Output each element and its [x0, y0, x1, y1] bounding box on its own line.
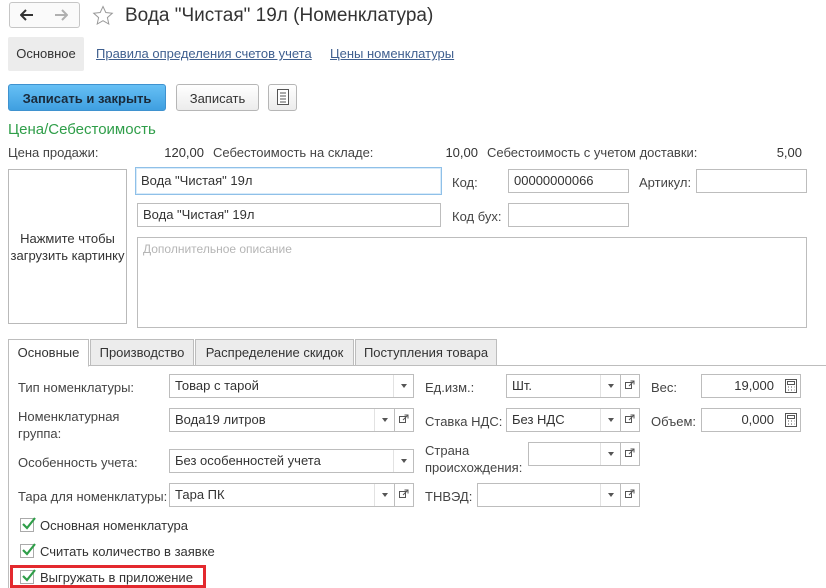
cost-delivery-label: Себестоимость с учетом доставки:: [487, 145, 698, 160]
report-icon: [276, 89, 289, 105]
sale-price-label: Цена продажи:: [8, 145, 99, 160]
open-icon: [625, 489, 635, 498]
code-input[interactable]: 00000000066: [508, 169, 629, 193]
back-button[interactable]: [9, 2, 45, 28]
tnved-select[interactable]: [477, 483, 621, 507]
checkmark-icon: [22, 543, 36, 556]
vat-value: Без НДС: [512, 412, 565, 427]
group-select[interactable]: Вода19 литров: [169, 408, 395, 432]
cost-warehouse-label: Себестоимость на складе:: [213, 145, 374, 160]
page-title: Вода "Чистая" 19л (Номенклатура): [125, 5, 434, 26]
tab-basic[interactable]: Основные: [8, 339, 89, 367]
checkbox-count-in-order[interactable]: [20, 543, 36, 558]
country-label-line1: Страна: [425, 443, 470, 458]
unit-value: Шт.: [512, 378, 533, 393]
report-button[interactable]: [268, 84, 297, 111]
article-input[interactable]: [696, 169, 807, 193]
code-acc-input[interactable]: [508, 203, 629, 227]
code-label: Код:: [452, 175, 478, 190]
code-acc-label: Код бух:: [452, 209, 502, 224]
volume-value: 0,000: [741, 412, 774, 427]
checkbox-label-count-in-order: Считать количество в заявке: [40, 544, 215, 559]
full-name-input[interactable]: Вода "Чистая" 19л: [137, 203, 441, 227]
group-label-line1: Номенклатурная: [18, 409, 120, 424]
forward-button[interactable]: [44, 2, 80, 28]
tab-goods-receipts[interactable]: Поступления товара: [355, 339, 497, 366]
tab-account-rules[interactable]: Правила определения счетов учета: [96, 46, 312, 61]
tare-label: Тара для номенклатуры:: [18, 489, 168, 504]
save-button[interactable]: Записать: [176, 84, 259, 111]
tare-dropdown-icon[interactable]: [374, 484, 394, 506]
type-select[interactable]: Товар с тарой: [169, 374, 414, 398]
group-open-button[interactable]: [394, 408, 414, 432]
image-upload-box[interactable]: Нажмите чтобы загрузить картинку: [8, 169, 127, 324]
image-upload-line1: Нажмите чтобы: [20, 231, 115, 246]
arrow-right-icon: [55, 9, 68, 21]
weight-value: 19,000: [734, 378, 774, 393]
vat-dropdown-icon[interactable]: [600, 409, 620, 431]
save-and-close-button[interactable]: Записать и закрыть: [8, 84, 166, 111]
sale-price-value: 120,00: [164, 145, 204, 160]
cost-warehouse-value: 10,00: [445, 145, 478, 160]
vat-label: Ставка НДС:: [425, 414, 503, 429]
unit-open-button[interactable]: [620, 374, 640, 398]
tab-main[interactable]: Основное: [8, 37, 84, 71]
favorite-star-icon[interactable]: [92, 5, 114, 30]
country-dropdown-icon[interactable]: [600, 443, 620, 465]
open-icon: [625, 448, 635, 457]
tare-select[interactable]: Тара ПК: [169, 483, 395, 507]
group-dropdown-icon[interactable]: [374, 409, 394, 431]
country-label-line2: происхождения:: [425, 460, 523, 475]
group-value: Вода19 литров: [175, 412, 266, 427]
calculator-icon[interactable]: [785, 413, 797, 430]
weight-label: Вес:: [651, 380, 678, 395]
name-input[interactable]: Вода "Чистая" 19л: [135, 167, 442, 195]
description-textarea[interactable]: Дополнительное описание: [137, 237, 807, 328]
weight-input[interactable]: 19,000: [701, 374, 801, 398]
section-title-price: Цена/Себестоимость: [8, 121, 156, 138]
cost-delivery-value: 5,00: [776, 145, 802, 160]
tnved-open-button[interactable]: [620, 483, 640, 507]
highlight-frame: [10, 565, 206, 588]
feature-value: Без особенностей учета: [175, 453, 321, 468]
image-upload-line2: загрузить картинку: [10, 248, 125, 263]
volume-label: Объем:: [651, 414, 697, 429]
checkbox-main-nomenclature[interactable]: [20, 517, 36, 532]
type-value: Товар с тарой: [175, 378, 259, 393]
open-icon: [625, 414, 635, 423]
open-icon: [399, 414, 409, 423]
unit-label: Ед.изм.:: [425, 380, 475, 395]
tnved-label: ТНВЭД:: [425, 489, 473, 504]
tnved-dropdown-icon[interactable]: [600, 484, 620, 506]
type-label: Тип номенклатуры:: [18, 380, 135, 395]
country-open-button[interactable]: [620, 442, 640, 466]
calculator-icon[interactable]: [785, 379, 797, 396]
volume-input[interactable]: 0,000: [701, 408, 801, 432]
tab-production[interactable]: Производство: [90, 339, 194, 366]
checkbox-label-main-nomenclature: Основная номенклатура: [40, 518, 189, 533]
tab-discount-distribution[interactable]: Распределение скидок: [195, 339, 354, 366]
tare-value: Тара ПК: [175, 487, 225, 502]
feature-dropdown-icon[interactable]: [393, 450, 413, 472]
tab-prices[interactable]: Цены номенклатуры: [330, 46, 454, 61]
checkmark-icon: [22, 517, 36, 530]
open-icon: [399, 489, 409, 498]
open-icon: [625, 380, 635, 389]
feature-select[interactable]: Без особенностей учета: [169, 449, 414, 473]
article-label: Артикул:: [639, 175, 692, 190]
unit-dropdown-icon[interactable]: [600, 375, 620, 397]
feature-label: Особенность учета:: [18, 455, 138, 470]
vat-open-button[interactable]: [620, 408, 640, 432]
country-select[interactable]: [528, 442, 621, 466]
unit-select[interactable]: Шт.: [506, 374, 621, 398]
group-label-line2: группа:: [18, 426, 62, 441]
tare-open-button[interactable]: [394, 483, 414, 507]
arrow-left-icon: [20, 9, 33, 21]
type-dropdown-icon[interactable]: [393, 375, 413, 397]
vat-select[interactable]: Без НДС: [506, 408, 621, 432]
